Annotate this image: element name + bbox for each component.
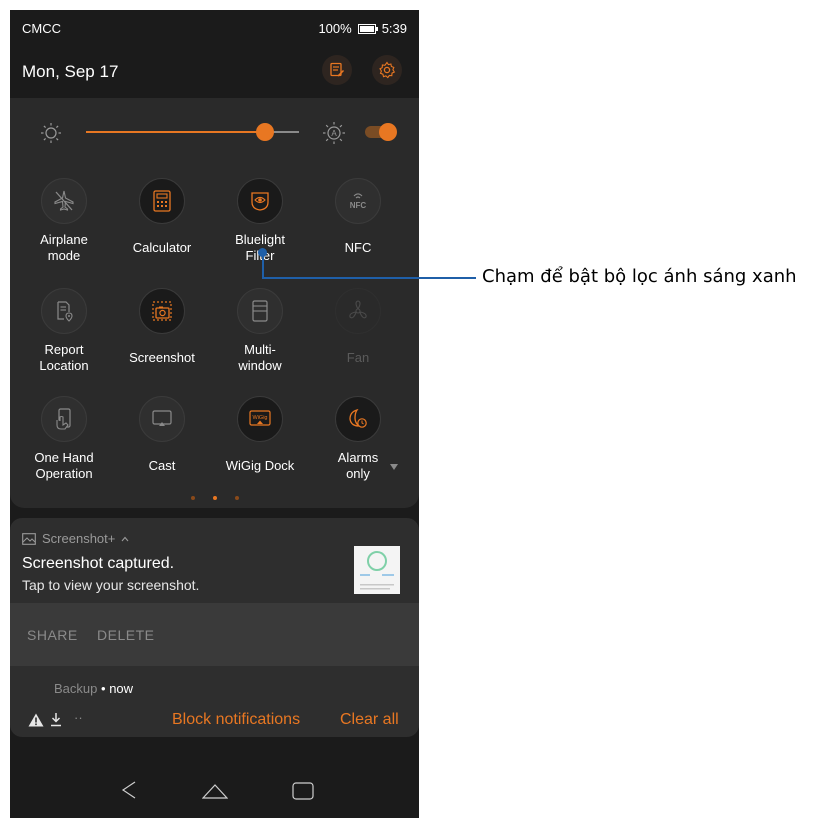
edit-button[interactable] — [322, 55, 352, 85]
block-notifications-button[interactable]: Block notifications — [172, 711, 300, 729]
tile-label: Cast — [148, 458, 176, 473]
cast-icon — [152, 410, 172, 426]
tile-one-hand-operation[interactable]: One Hand Operation — [16, 396, 112, 482]
fan-icon — [349, 300, 367, 319]
notification-body: Tap to view your screenshot. — [22, 577, 200, 593]
tile-label: Fan — [346, 350, 370, 365]
wigig-badge: WiGig — [253, 415, 268, 421]
quick-settings-panel: A Airplane mode Calculator Bluelight NFC… — [10, 98, 419, 508]
wigig-icon: WiGig — [249, 410, 271, 426]
tile-fan: Fan — [310, 288, 406, 366]
auto-brightness-icon: A — [323, 122, 345, 144]
notification-app-header: Screenshot+ — [22, 531, 129, 546]
backup-app-name: Backup — [54, 681, 98, 696]
tile-report-location[interactable]: Report Location — [16, 288, 112, 374]
tile-label: Report Location — [39, 342, 89, 373]
svg-text:A: A — [331, 129, 337, 138]
notification-title: Screenshot captured. — [22, 555, 175, 572]
svg-text:NFC: NFC — [350, 201, 367, 210]
notification-app-name: Screenshot+ — [42, 531, 116, 546]
tile-nfc[interactable]: NFC NFC — [310, 178, 406, 256]
phone-screen: CMCC 100% 5:39 Mon, Sep 17 A Airplane mo… — [10, 10, 419, 818]
share-button[interactable]: SHARE — [27, 627, 78, 643]
settings-button[interactable] — [372, 55, 402, 85]
backup-notification[interactable]: Backup • now — [54, 681, 133, 696]
auto-brightness-toggle[interactable] — [365, 123, 397, 141]
brightness-slider[interactable] — [86, 123, 299, 141]
tile-cast[interactable]: Cast — [114, 396, 210, 474]
chevron-down-icon[interactable] — [390, 464, 398, 470]
eye-filter-icon — [251, 192, 269, 211]
more-icons-indicator: ·· — [74, 710, 83, 725]
screenshot-thumbnail[interactable] — [354, 546, 400, 594]
brightness-fill — [86, 131, 265, 133]
navigation-bar — [10, 760, 419, 818]
tile-multi-window[interactable]: Multi- window — [212, 288, 308, 374]
tile-calculator[interactable]: Calculator — [114, 178, 210, 256]
notification-actions: SHARE DELETE — [10, 603, 419, 666]
separator: • — [101, 681, 106, 696]
tile-screenshot[interactable]: Screenshot — [114, 288, 210, 366]
status-bar: CMCC 100% 5:39 — [10, 10, 419, 50]
tile-wigig-dock[interactable]: WiGig WiGig Dock — [212, 396, 308, 474]
brightness-thumb[interactable] — [256, 123, 274, 141]
page-dot[interactable] — [234, 496, 239, 500]
edit-icon — [330, 62, 345, 77]
callout-label: Chạm để bật bộ lọc ánh sáng xanh — [482, 266, 797, 287]
clear-all-button[interactable]: Clear all — [340, 711, 399, 729]
multi-window-icon — [252, 300, 268, 322]
status-right: 100% 5:39 — [318, 21, 407, 36]
screenshot-icon — [152, 301, 172, 321]
notification-footer: ·· Block notifications Clear all — [22, 710, 412, 730]
recent-apps-icon[interactable] — [292, 782, 314, 800]
calculator-icon — [153, 190, 171, 212]
tile-label: WiGig Dock — [225, 458, 295, 473]
home-icon[interactable] — [202, 782, 228, 800]
delete-button[interactable]: DELETE — [97, 627, 154, 643]
carrier-label: CMCC — [22, 21, 61, 36]
download-icon — [51, 713, 61, 727]
back-icon[interactable] — [120, 780, 138, 800]
tile-label: Multi- window — [238, 342, 282, 373]
tile-label: NFC — [344, 240, 372, 255]
one-hand-icon — [56, 408, 71, 430]
tile-airplane-mode[interactable]: Airplane mode — [16, 178, 112, 264]
tile-label: Screenshot — [129, 350, 195, 365]
tile-label: One Hand Operation — [34, 450, 94, 481]
report-location-icon — [57, 301, 73, 322]
airplane-icon — [54, 190, 74, 211]
clock: 5:39 — [381, 21, 407, 36]
callout-dot — [258, 248, 267, 257]
thumbnail-preview-icon — [360, 551, 394, 590]
page-dot-active[interactable] — [212, 496, 217, 500]
gear-icon — [379, 61, 396, 79]
callout-line-horizontal — [262, 277, 476, 279]
battery-icon — [357, 23, 378, 34]
warning-icon — [28, 713, 44, 727]
tile-label: Airplane mode — [40, 232, 88, 263]
nfc-icon: NFC — [350, 193, 367, 210]
page-indicator — [10, 496, 419, 500]
date-label: Mon, Sep 17 — [22, 62, 119, 81]
page-dot[interactable] — [190, 496, 195, 500]
brightness-row: A — [10, 116, 419, 146]
brightness-low-icon — [41, 123, 61, 143]
tile-label: Calculator — [132, 240, 192, 255]
notification-card[interactable]: Screenshot+ Screenshot captured. Tap to … — [10, 518, 419, 737]
battery-percent: 100% — [318, 21, 352, 36]
backup-time: now — [109, 681, 134, 696]
alarm-moon-icon — [349, 408, 367, 428]
image-icon — [22, 532, 36, 545]
chevron-up-icon[interactable] — [121, 536, 129, 542]
